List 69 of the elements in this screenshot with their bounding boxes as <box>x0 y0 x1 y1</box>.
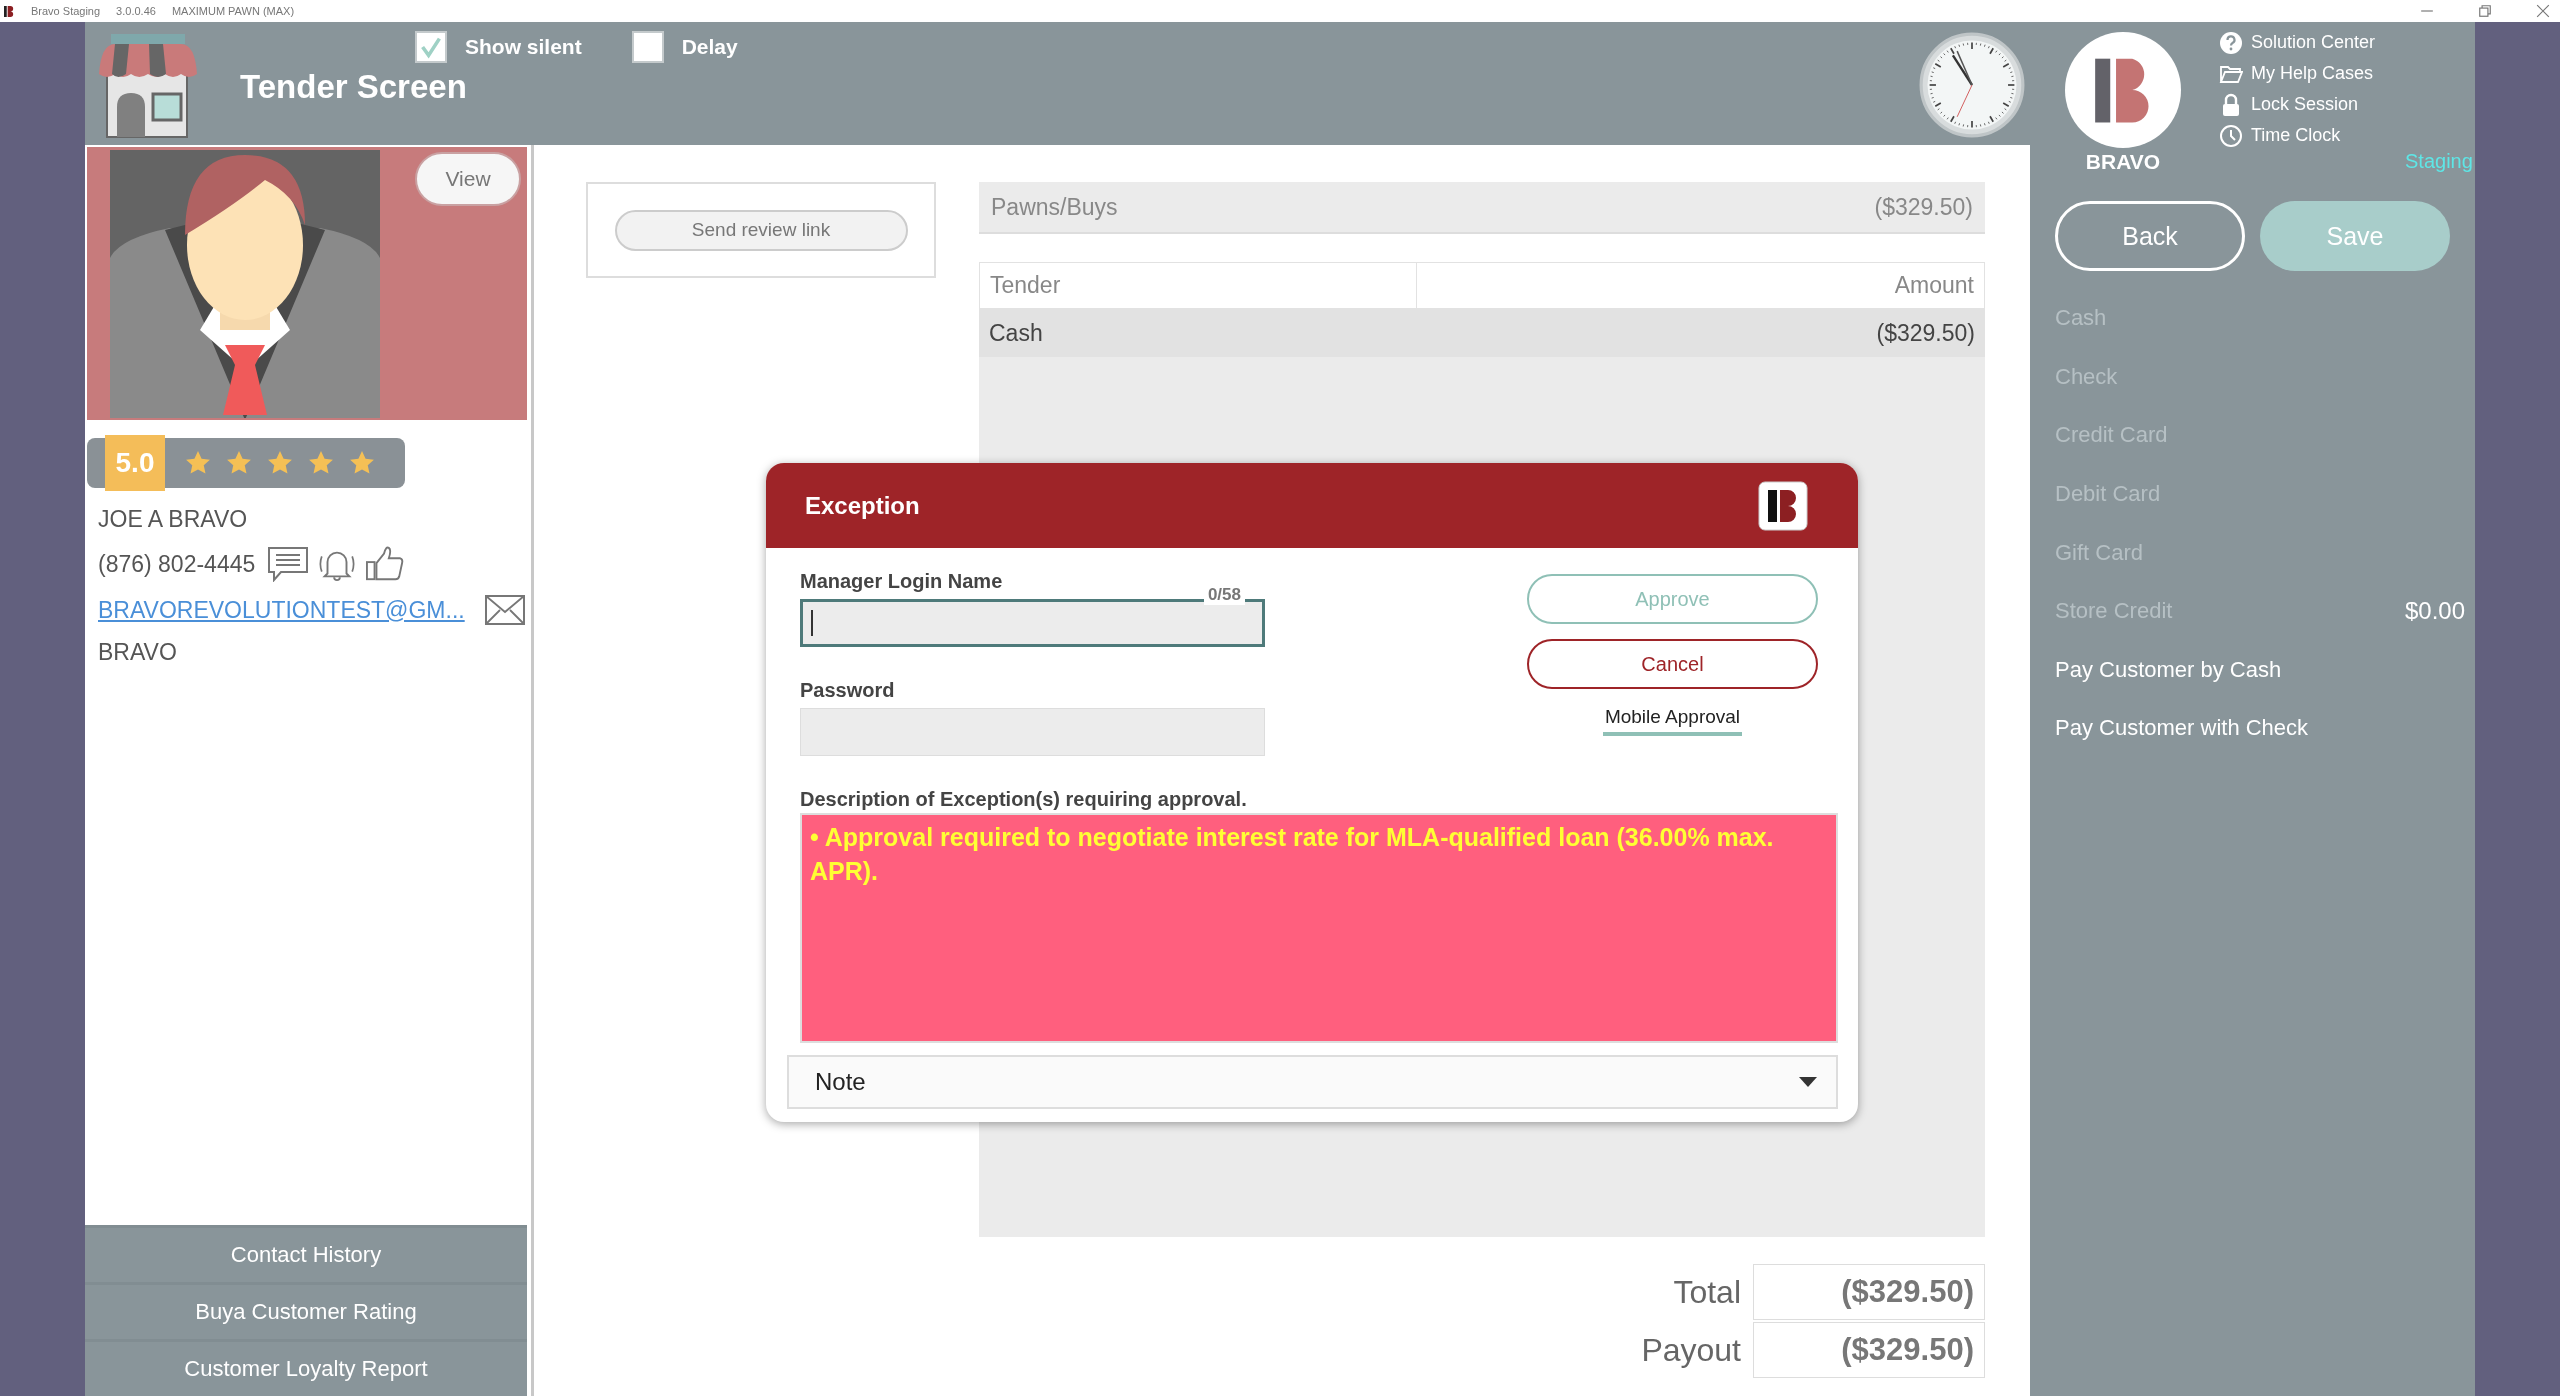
checkbox[interactable] <box>415 31 447 63</box>
table-cell: ($329.50) <box>1876 319 1975 347</box>
column-header: Tender <box>980 263 1417 308</box>
customer-name: JOE A BRAVO <box>98 506 249 533</box>
exception-text: • Approval required to negotiate interest rate for MLA-qualified loan (36.00% max. APR). <box>810 823 1774 885</box>
store-credit-balance: $0.00 <box>2404 597 2465 626</box>
app-icon <box>4 4 15 18</box>
star-icon <box>226 450 252 476</box>
restore-icon[interactable] <box>2478 4 2492 18</box>
star-icon <box>267 450 293 476</box>
phone-number: (876) 802-4445 <box>98 550 256 578</box>
save-button[interactable]: Save <box>2260 201 2450 271</box>
table-row[interactable]: Cash ($329.50) <box>979 309 1985 357</box>
star-icon <box>349 450 375 476</box>
close-icon[interactable] <box>2536 4 2550 18</box>
store-icon <box>97 34 197 139</box>
mobile-approval-button[interactable]: Mobile Approval <box>1602 704 1743 736</box>
app-version: 3.0.0.46 <box>116 5 156 17</box>
totals-value: ($329.50) <box>1753 1322 1985 1378</box>
store-name: MAXIMUM PAWN (MAX) <box>171 5 295 17</box>
totals-label: Total <box>1673 1273 1741 1311</box>
field-label: Password <box>800 679 896 702</box>
customer-group: BRAVO <box>98 639 527 666</box>
description-label: Description of Exception(s) requiring approval. <box>800 788 1248 811</box>
customer-action-button[interactable]: Customer Loyalty Report <box>85 1339 527 1396</box>
customer-action-button[interactable]: Buya Customer Rating <box>85 1282 527 1339</box>
customer-action-button[interactable]: Contact History <box>85 1225 527 1282</box>
star-icon <box>308 450 334 476</box>
approve-button[interactable]: Approve <box>1527 574 1818 624</box>
help-link[interactable]: My Help Cases <box>2219 60 2399 87</box>
envelope-icon[interactable] <box>484 595 525 625</box>
help-icon <box>2219 30 2243 55</box>
checkbox-label: Delay <box>681 35 738 59</box>
summary-amount: ($329.50) <box>1874 193 1973 221</box>
help-link[interactable]: Solution Center <box>2219 29 2399 56</box>
field-label: Manager Login Name <box>800 570 1004 593</box>
table-cell: Cash <box>989 319 1043 347</box>
rating-score: 5.0 <box>105 435 165 491</box>
view-button[interactable]: View <box>415 152 521 206</box>
clock-icon <box>2219 123 2243 148</box>
screen-title: Tender Screen <box>240 68 468 106</box>
summary-label: Pawns/Buys <box>991 193 1118 221</box>
logo-icon <box>2065 32 2181 148</box>
column-header: Amount <box>1893 271 1975 300</box>
input-field[interactable] <box>800 599 1265 647</box>
tender-option[interactable]: Pay Customer with Check <box>2055 715 2309 742</box>
brand-name: BRAVO <box>2085 150 2161 174</box>
totals-label: Payout <box>1641 1331 1741 1369</box>
tender-option[interactable]: Pay Customer by Cash <box>2055 656 2282 683</box>
caret-icon <box>1798 1076 1818 1088</box>
note-dropdown[interactable]: Note <box>787 1055 1838 1109</box>
character-counter: 0/58 <box>1203 585 1245 605</box>
help-link[interactable]: Lock Session <box>2219 91 2399 118</box>
totals-value: ($329.50) <box>1753 1264 1985 1320</box>
clock-icon <box>1919 32 2025 138</box>
message-icon[interactable] <box>267 546 310 582</box>
environment-label: Staging <box>2405 150 2474 173</box>
thumbs-up-icon[interactable] <box>365 545 406 583</box>
star-icon <box>185 450 211 476</box>
dialog-title: Exception <box>805 491 920 520</box>
help-link[interactable]: Time Clock <box>2219 122 2399 149</box>
app-name: Bravo Staging <box>31 5 101 17</box>
back-button[interactable]: Back <box>2055 201 2245 271</box>
logo-icon <box>1758 480 1808 531</box>
checkbox-label: Show silent <box>465 35 582 59</box>
email-link[interactable]: BRAVOREVOLUTIONTEST@GM... <box>98 596 465 624</box>
cancel-button[interactable]: Cancel <box>1527 639 1818 689</box>
send-review-link-button[interactable]: Send review link <box>614 209 908 251</box>
checkbox[interactable] <box>631 31 664 63</box>
